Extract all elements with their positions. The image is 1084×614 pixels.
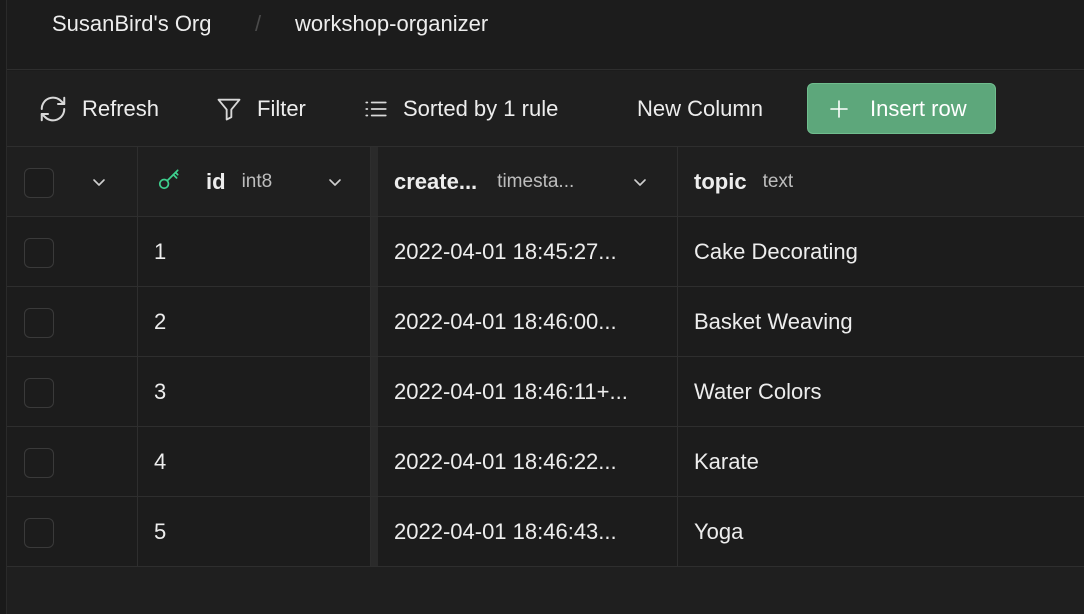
- breadcrumb-project[interactable]: workshop-organizer: [295, 10, 488, 38]
- row-select-cell: [7, 287, 138, 356]
- row-select-cell: [7, 357, 138, 426]
- cell-created-at[interactable]: 2022-04-01 18:46:22...: [378, 427, 678, 496]
- cell-created-at-value: 2022-04-01 18:46:11+...: [394, 378, 628, 404]
- row-checkbox[interactable]: [24, 378, 54, 408]
- cell-id-value: 4: [154, 448, 167, 474]
- insert-row-label: Insert row: [870, 95, 967, 121]
- grid-header-row: id int8 create... timesta... topic text: [7, 147, 1084, 217]
- cell-id-value: 2: [154, 308, 167, 334]
- cell-id[interactable]: 1: [138, 217, 371, 286]
- cell-topic[interactable]: Karate: [678, 427, 1084, 496]
- column-type-id: int8: [241, 170, 273, 192]
- breadcrumb: SusanBird's Org / workshop-organizer: [7, 0, 1084, 70]
- cell-topic-value: Basket Weaving: [694, 308, 853, 334]
- column-resize-gutter: [371, 217, 378, 286]
- cell-created-at-value: 2022-04-01 18:46:00...: [394, 308, 617, 334]
- chevron-down-icon[interactable]: [327, 174, 343, 195]
- table-toolbar: Refresh Filter Sorted by 1 rule New Colu…: [7, 71, 1084, 147]
- refresh-label: Refresh: [82, 96, 160, 121]
- row-checkbox[interactable]: [24, 238, 54, 268]
- cell-id[interactable]: 3: [138, 357, 371, 426]
- column-resize-gutter: [371, 287, 378, 356]
- cell-created-at[interactable]: 2022-04-01 18:46:43...: [378, 497, 678, 566]
- column-header-topic[interactable]: topic text: [678, 147, 1084, 216]
- column-name-id: id: [206, 168, 226, 194]
- column-name-topic: topic: [694, 168, 747, 194]
- row-select-cell: [7, 217, 138, 286]
- table-row[interactable]: 2 2022-04-01 18:46:00... Basket Weaving: [7, 287, 1084, 357]
- column-resize-gutter: [371, 427, 378, 496]
- filter-icon: [215, 95, 243, 123]
- filter-label: Filter: [257, 96, 306, 121]
- new-column-button[interactable]: New Column: [637, 91, 763, 127]
- grid-footer: [7, 567, 1084, 614]
- cell-id[interactable]: 5: [138, 497, 371, 566]
- column-header-id[interactable]: id int8: [138, 147, 371, 216]
- select-all-checkbox[interactable]: [24, 168, 54, 198]
- filter-button[interactable]: Filter: [215, 91, 306, 127]
- breadcrumb-org[interactable]: SusanBird's Org: [52, 10, 212, 38]
- refresh-button[interactable]: Refresh: [38, 91, 159, 127]
- data-grid: id int8 create... timesta... topic text …: [7, 147, 1084, 567]
- cell-id-value: 1: [154, 238, 167, 264]
- sort-button[interactable]: Sorted by 1 rule: [363, 91, 558, 127]
- column-resize-gutter[interactable]: [371, 147, 378, 216]
- cell-created-at-value: 2022-04-01 18:46:22...: [394, 448, 617, 474]
- cell-created-at[interactable]: 2022-04-01 18:46:00...: [378, 287, 678, 356]
- left-sidebar-edge: [0, 0, 7, 614]
- cell-topic[interactable]: Cake Decorating: [678, 217, 1084, 286]
- plus-icon: [828, 98, 850, 120]
- table-editor: SusanBird's Org / workshop-organizer Ref…: [0, 0, 1084, 614]
- cell-topic[interactable]: Basket Weaving: [678, 287, 1084, 356]
- cell-topic[interactable]: Yoga: [678, 497, 1084, 566]
- sort-label: Sorted by 1 rule: [403, 96, 559, 121]
- cell-id-value: 5: [154, 518, 167, 544]
- cell-created-at-value: 2022-04-01 18:45:27...: [394, 238, 617, 264]
- row-select-cell: [7, 427, 138, 496]
- cell-created-at[interactable]: 2022-04-01 18:45:27...: [378, 217, 678, 286]
- cell-id-value: 3: [154, 378, 167, 404]
- table-row[interactable]: 5 2022-04-01 18:46:43... Yoga: [7, 497, 1084, 567]
- breadcrumb-separator: /: [255, 11, 262, 36]
- column-header-created-at[interactable]: create... timesta...: [378, 147, 678, 216]
- row-checkbox[interactable]: [24, 518, 54, 548]
- sort-icon: [363, 96, 389, 122]
- row-select-cell: [7, 497, 138, 566]
- table-row[interactable]: 3 2022-04-01 18:46:11+... Water Colors: [7, 357, 1084, 427]
- cell-topic-value: Yoga: [694, 518, 744, 544]
- column-type-topic: text: [762, 170, 794, 192]
- column-resize-gutter: [371, 357, 378, 426]
- primary-key-icon: [156, 166, 182, 197]
- cell-topic[interactable]: Water Colors: [678, 357, 1084, 426]
- table-row[interactable]: 1 2022-04-01 18:45:27... Cake Decorating: [7, 217, 1084, 287]
- chevron-down-icon[interactable]: [91, 174, 107, 195]
- refresh-icon: [38, 94, 68, 124]
- cell-topic-value: Water Colors: [694, 378, 822, 404]
- column-name-created-at: create...: [394, 168, 478, 194]
- cell-created-at-value: 2022-04-01 18:46:43...: [394, 518, 617, 544]
- cell-created-at[interactable]: 2022-04-01 18:46:11+...: [378, 357, 678, 426]
- chevron-down-icon[interactable]: [632, 174, 648, 195]
- table-row[interactable]: 4 2022-04-01 18:46:22... Karate: [7, 427, 1084, 497]
- cell-id[interactable]: 4: [138, 427, 371, 496]
- column-type-created-at: timesta...: [497, 170, 575, 192]
- row-checkbox[interactable]: [24, 448, 54, 478]
- cell-id[interactable]: 2: [138, 287, 371, 356]
- row-checkbox[interactable]: [24, 308, 54, 338]
- cell-topic-value: Karate: [694, 448, 759, 474]
- select-all-header: [7, 147, 138, 216]
- insert-row-button[interactable]: Insert row: [807, 83, 996, 134]
- column-resize-gutter: [371, 497, 378, 566]
- new-column-label: New Column: [637, 96, 763, 121]
- cell-topic-value: Cake Decorating: [694, 238, 858, 264]
